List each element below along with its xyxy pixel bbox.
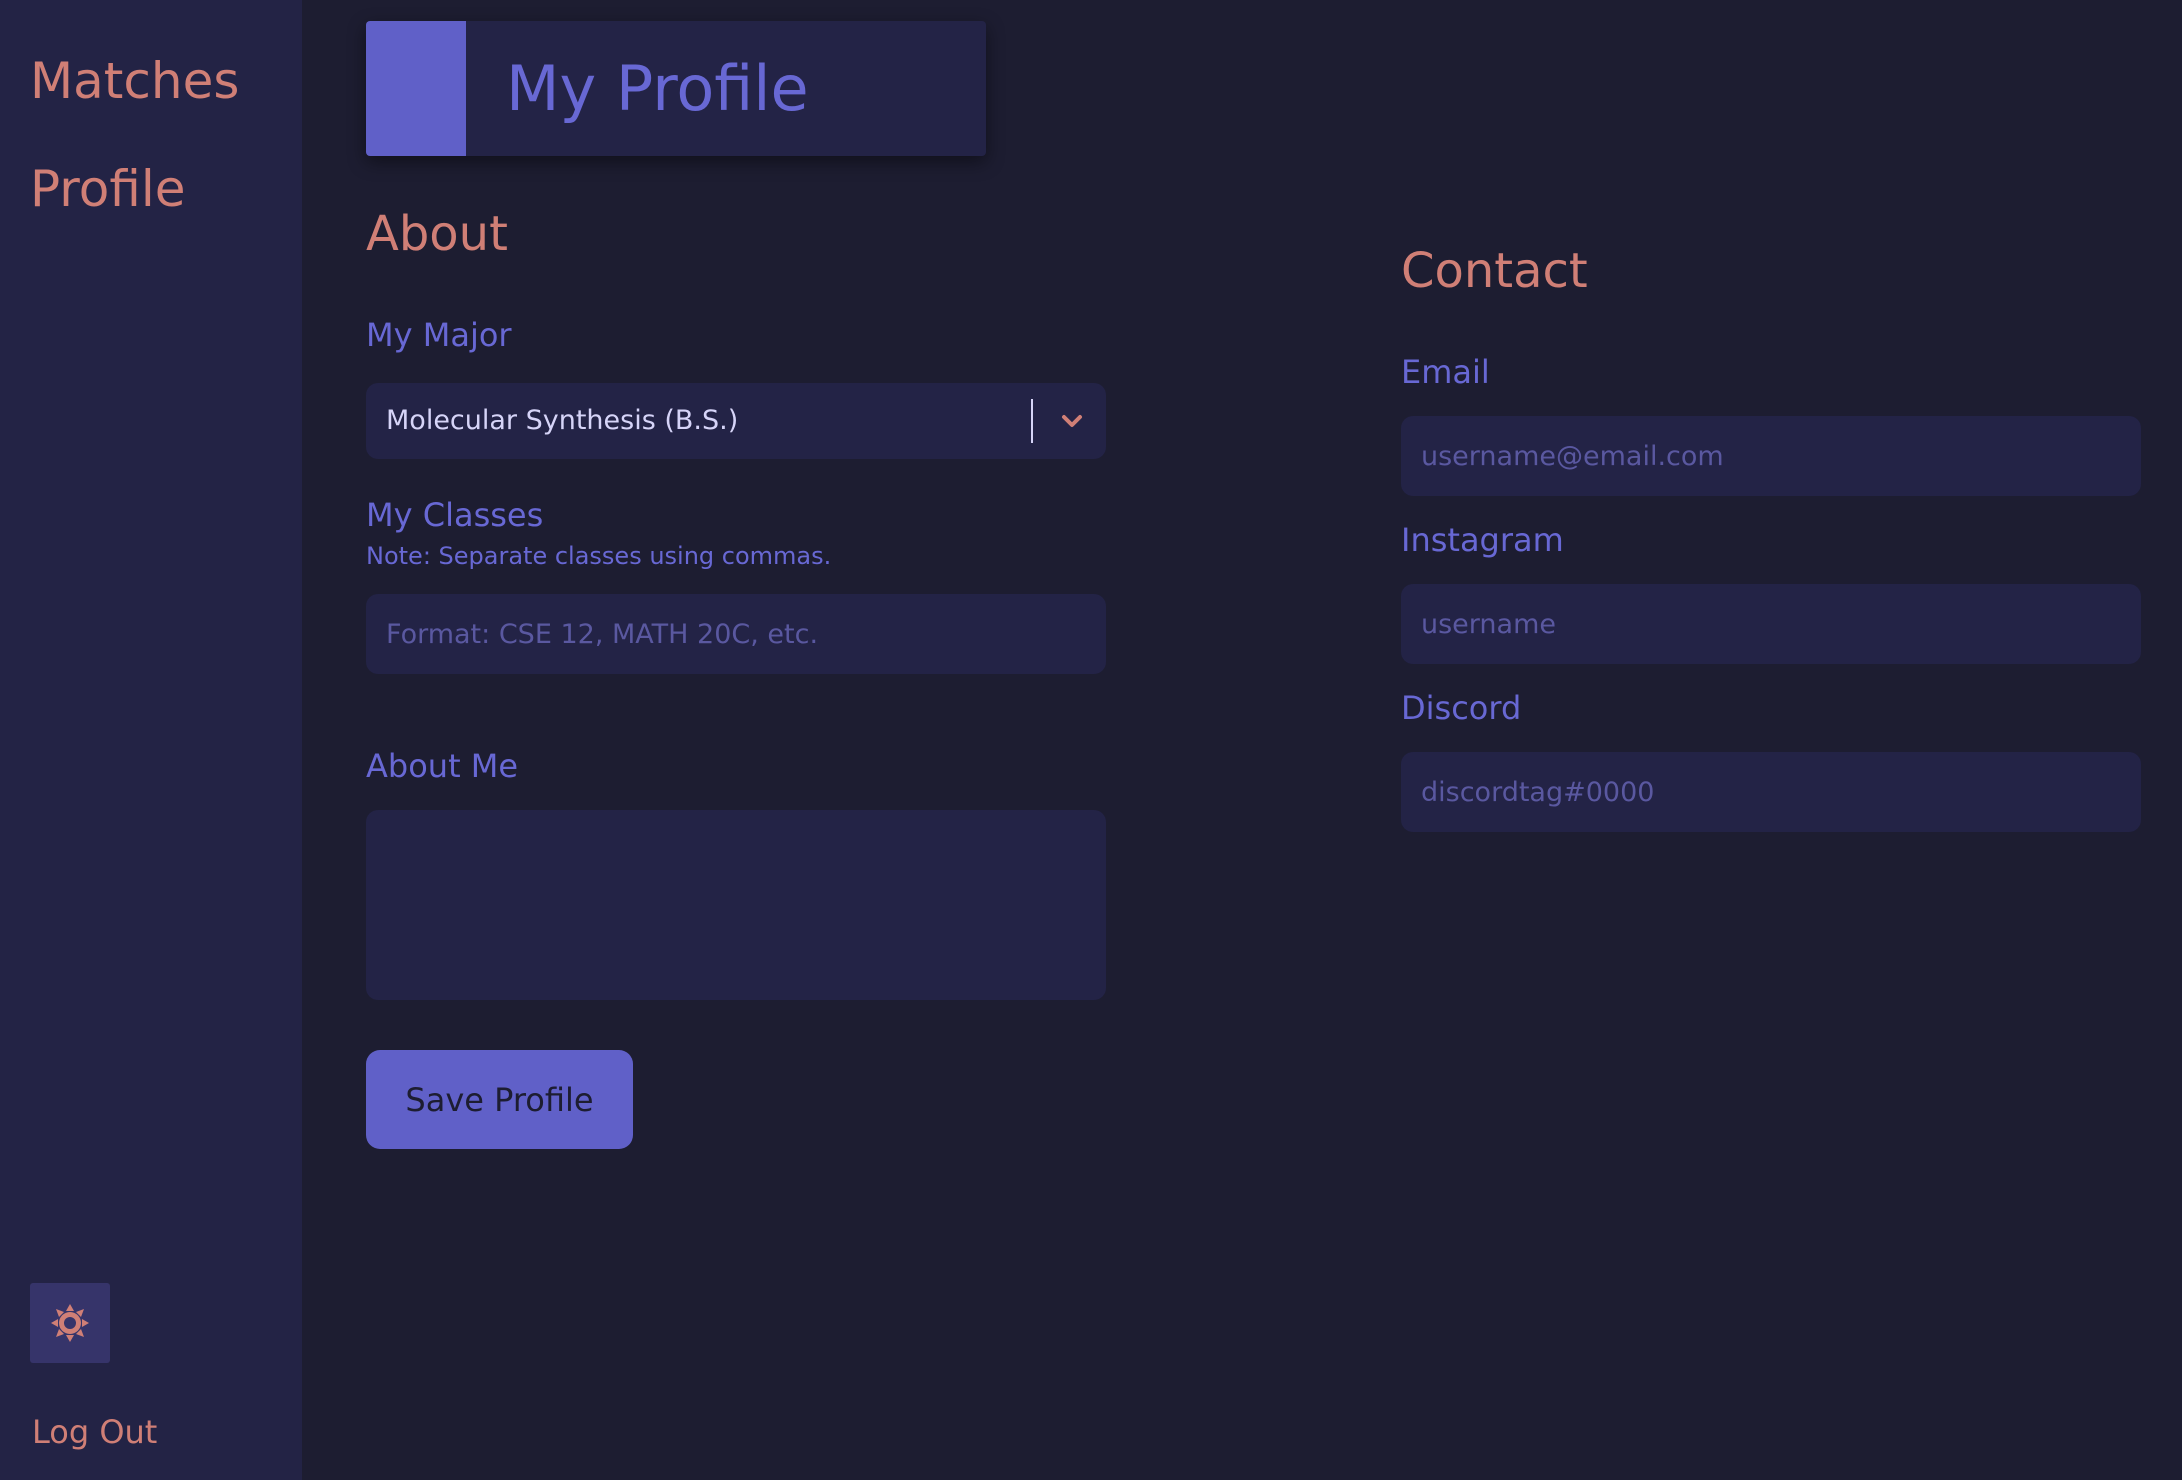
sidebar: Matches Profile Log Out xyxy=(0,0,302,1480)
page-title: My Profile xyxy=(506,52,809,125)
email-label: Email xyxy=(1401,353,1490,391)
contact-section-title: Contact xyxy=(1401,243,1588,299)
about-section-title: About xyxy=(366,206,508,262)
save-profile-button[interactable]: Save Profile xyxy=(366,1050,633,1149)
logout-link[interactable]: Log Out xyxy=(32,1407,157,1457)
about-me-textarea[interactable] xyxy=(366,810,1106,1000)
header-accent-bar xyxy=(366,21,466,156)
instagram-field[interactable] xyxy=(1401,584,2141,664)
major-label: My Major xyxy=(366,316,512,354)
about-me-label: About Me xyxy=(366,747,519,785)
sidebar-item-profile[interactable]: Profile xyxy=(30,159,185,219)
instagram-label: Instagram xyxy=(1401,521,1564,559)
discord-label: Discord xyxy=(1401,689,1522,727)
select-separator xyxy=(1031,399,1033,443)
sidebar-item-matches[interactable]: Matches xyxy=(30,51,239,111)
email-field[interactable] xyxy=(1401,416,2141,496)
sun-icon xyxy=(51,1304,89,1342)
theme-toggle-button[interactable] xyxy=(30,1283,110,1363)
chevron-down-icon[interactable] xyxy=(1056,405,1088,437)
classes-note: Note: Separate classes using commas. xyxy=(366,542,832,570)
discord-field[interactable] xyxy=(1401,752,2141,832)
classes-label: My Classes xyxy=(366,496,544,534)
classes-input[interactable] xyxy=(366,594,1106,674)
page-header: My Profile xyxy=(366,21,986,156)
major-select[interactable]: Molecular Synthesis (B.S.) xyxy=(366,383,1106,459)
major-select-value: Molecular Synthesis (B.S.) xyxy=(386,405,739,436)
